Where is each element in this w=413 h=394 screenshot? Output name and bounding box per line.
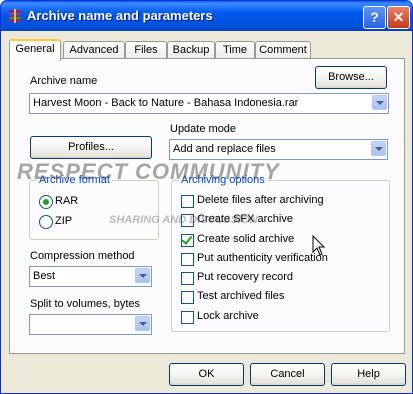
test-files-checkbox[interactable]	[181, 291, 194, 304]
rar-label[interactable]: RAR	[55, 195, 78, 207]
general-tab-panel: Archive name Browse... Harvest Moon - Ba…	[9, 58, 405, 354]
create-sfx-checkbox[interactable]	[181, 214, 194, 227]
title-bar[interactable]: Archive name and parameters ? ✕	[1, 1, 412, 31]
update-mode-label: Update mode	[170, 123, 237, 135]
chevron-down-icon[interactable]	[135, 268, 150, 283]
lock-archive-checkbox[interactable]	[181, 311, 194, 324]
archive-name-combo[interactable]: Harvest Moon - Back to Nature - Bahasa I…	[29, 93, 389, 114]
compression-combo[interactable]: Best	[29, 266, 152, 287]
solid-archive-checkbox[interactable]	[181, 234, 194, 247]
delete-files-label[interactable]: Delete files after archiving	[197, 194, 324, 206]
tab-files[interactable]: Files	[125, 41, 167, 59]
archive-format-group: Archive format RAR ZIP	[29, 174, 159, 240]
archiving-options-group: Archiving options Delete files after arc…	[171, 174, 390, 332]
ok-button[interactable]: OK	[169, 363, 244, 386]
zip-radio[interactable]	[39, 215, 53, 229]
test-files-label[interactable]: Test archived files	[197, 290, 284, 302]
update-mode-combo[interactable]: Add and replace files	[169, 139, 388, 160]
title-help-button[interactable]: ?	[363, 6, 386, 29]
cancel-button[interactable]: Cancel	[250, 363, 325, 386]
archive-name-label: Archive name	[30, 75, 98, 87]
update-mode-value: Add and replace files	[173, 143, 276, 155]
tab-advanced[interactable]: Advanced	[63, 41, 125, 59]
profiles-button[interactable]: Profiles...	[30, 136, 152, 159]
recovery-record-checkbox[interactable]	[181, 272, 194, 285]
chevron-down-icon[interactable]	[371, 141, 386, 156]
split-volumes-label: Split to volumes, bytes	[30, 298, 141, 310]
chevron-down-icon[interactable]	[135, 316, 150, 331]
compression-label: Compression method	[30, 250, 135, 262]
help-button[interactable]: Help	[331, 363, 406, 386]
authenticity-checkbox[interactable]	[181, 253, 194, 266]
lock-archive-label[interactable]: Lock archive	[197, 310, 259, 322]
tab-comment[interactable]: Comment	[255, 41, 311, 59]
browse-button[interactable]: Browse...	[315, 66, 387, 89]
tab-backup[interactable]: Backup	[167, 41, 215, 59]
authenticity-label[interactable]: Put authenticity verification	[197, 252, 328, 264]
archive-format-title: Archive format	[37, 174, 112, 186]
zip-label[interactable]: ZIP	[55, 215, 72, 227]
rar-radio[interactable]	[39, 195, 53, 209]
split-volumes-combo[interactable]	[29, 314, 152, 335]
winrar-app-icon	[9, 9, 21, 23]
archiving-options-title: Archiving options	[179, 174, 267, 186]
tab-general[interactable]: General	[9, 39, 61, 61]
mouse-cursor-icon	[312, 235, 326, 256]
dialog-window: Archive name and parameters ? ✕ General …	[0, 0, 413, 394]
chevron-down-icon[interactable]	[372, 95, 387, 110]
title-close-button[interactable]: ✕	[387, 6, 410, 29]
window-title: Archive name and parameters	[27, 8, 213, 23]
create-sfx-label[interactable]: Create SFX archive	[197, 213, 293, 225]
delete-files-checkbox[interactable]	[181, 195, 194, 208]
tab-time[interactable]: Time	[215, 41, 255, 59]
recovery-record-label[interactable]: Put recovery record	[197, 271, 293, 283]
solid-archive-label[interactable]: Create solid archive	[197, 233, 294, 245]
compression-value: Best	[33, 270, 56, 282]
archive-name-value: Harvest Moon - Back to Nature - Bahasa I…	[33, 97, 299, 109]
